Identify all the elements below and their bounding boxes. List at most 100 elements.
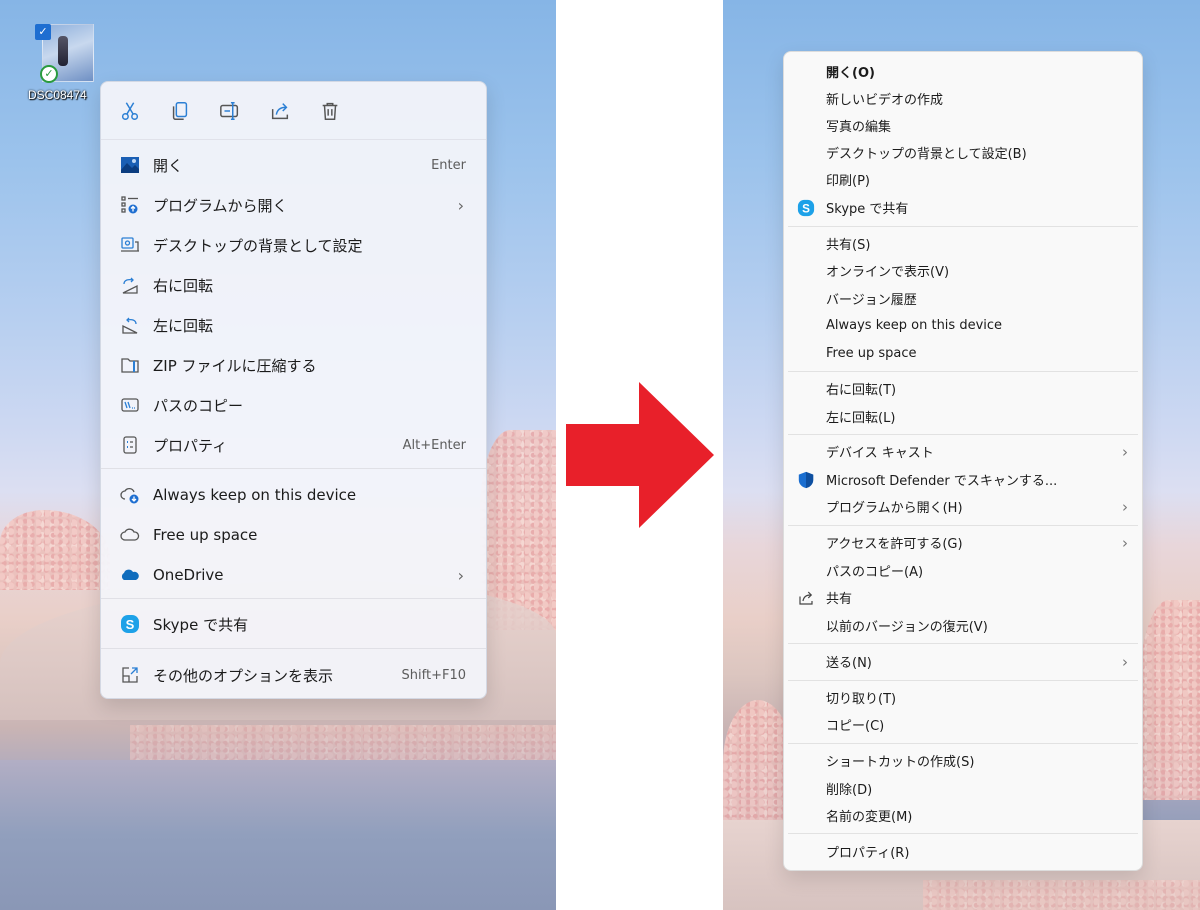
menu-item-free-up-space[interactable]: Free up space <box>101 515 486 555</box>
menu-item-rotate-right[interactable]: 右に回転(T) <box>784 375 1142 402</box>
menu-separator <box>101 468 486 469</box>
menu-item-label: アクセスを許可する(G) <box>826 537 963 552</box>
copy-icon <box>172 102 188 120</box>
menu-separator <box>101 648 486 649</box>
defender-shield-icon <box>796 470 816 490</box>
menu-item-set-wallpaper[interactable]: デスクトップの背景として設定 <box>101 225 486 265</box>
menu-item-set-wallpaper[interactable]: デスクトップの背景として設定(B) <box>784 139 1142 166</box>
menu-item-defender-scan[interactable]: Microsoft Defender でスキャンする... <box>784 466 1142 493</box>
menu-separator <box>788 680 1138 681</box>
menu-item-new-video[interactable]: 新しいビデオの作成 <box>784 85 1142 112</box>
menu-item-edit-photo[interactable]: 写真の編集 <box>784 112 1142 139</box>
menu-item-rotate-right[interactable]: 右に回転 <box>101 265 486 305</box>
arrow-shape <box>566 382 714 528</box>
menu-item-cut[interactable]: 切り取り(T) <box>784 684 1142 711</box>
photo-icon <box>119 154 141 176</box>
thumbnail-tower <box>58 36 68 66</box>
menu-item-label: プログラムから開く <box>153 196 288 215</box>
menu-item-share-2[interactable]: 共有 <box>784 584 1142 611</box>
menu-item-open-with[interactable]: プログラムから開く › <box>101 185 486 225</box>
shortcut-label: Shift+F10 <box>401 667 466 683</box>
menu-item-label: 切り取り(T) <box>826 692 897 707</box>
menu-item-always-keep[interactable]: Always keep on this device <box>784 312 1142 339</box>
menu-item-rename[interactable]: 名前の変更(M) <box>784 802 1142 829</box>
menu-item-label: パスのコピー(A) <box>826 565 924 580</box>
menu-item-label: 開く <box>153 156 184 175</box>
menu-item-open[interactable]: 開く Enter <box>101 145 486 185</box>
menu-item-label: Skype で共有 <box>826 202 909 217</box>
menu-item-open-with[interactable]: プログラムから開く(H) › <box>784 493 1142 520</box>
trash-icon <box>322 102 338 120</box>
rotate-right-icon <box>119 274 141 296</box>
copy-path-icon <box>119 394 141 416</box>
menu-item-label: Always keep on this device <box>826 318 1003 333</box>
menu-item-create-shortcut[interactable]: ショートカットの作成(S) <box>784 747 1142 774</box>
menu-item-copy-path[interactable]: パスのコピー <box>101 385 486 425</box>
chevron-right-icon: › <box>1122 533 1128 552</box>
menu-item-show-more-options[interactable]: その他のオプションを表示 Shift+F10 <box>101 655 486 695</box>
context-menu-classic: 開く(O) 新しいビデオの作成 写真の編集 デスクトップの背景として設定(B) … <box>783 51 1143 871</box>
menu-item-label: 印刷(P) <box>826 174 870 189</box>
menu-item-label: 左に回転(L) <box>826 411 896 426</box>
menu-separator <box>788 226 1138 227</box>
more-options-icon <box>119 664 141 686</box>
wallpaper-icon <box>119 234 141 256</box>
menu-item-restore-previous-versions[interactable]: 以前のバージョンの復元(V) <box>784 612 1142 639</box>
menu-item-skype-share[interactable]: S Skype で共有 <box>101 604 486 644</box>
menu-item-view-online[interactable]: オンラインで表示(V) <box>784 257 1142 284</box>
menu-item-label: 以前のバージョンの復元(V) <box>826 620 988 635</box>
menu-item-rotate-left[interactable]: 左に回転(L) <box>784 403 1142 430</box>
menu-item-print[interactable]: 印刷(P) <box>784 166 1142 193</box>
menu-item-cast-to-device[interactable]: デバイス キャスト › <box>784 438 1142 465</box>
menu-item-skype-share[interactable]: S Skype で共有 <box>784 194 1142 221</box>
menu-item-onedrive[interactable]: OneDrive › <box>101 555 486 595</box>
skype-icon: S <box>119 613 141 635</box>
menu-separator <box>788 434 1138 435</box>
menu-item-label: 新しいビデオの作成 <box>826 93 944 108</box>
desktop-left-wallpaper: ✓ ✓ DSC08474 開く Enter プログラムから開く › デスクトップ… <box>0 0 556 910</box>
menu-item-label: Free up space <box>153 526 258 544</box>
menu-item-label: 写真の編集 <box>826 120 892 135</box>
menu-item-give-access[interactable]: アクセスを許可する(G) › <box>784 529 1142 556</box>
menu-item-copy[interactable]: コピー(C) <box>784 711 1142 738</box>
share-button[interactable] <box>265 96 295 126</box>
menu-item-open[interactable]: 開く(O) <box>784 58 1142 85</box>
menu-separator <box>788 643 1138 644</box>
copy-button[interactable] <box>165 96 195 126</box>
menu-item-send-to[interactable]: 送る(N) › <box>784 648 1142 675</box>
menu-item-label: 共有 <box>826 592 853 607</box>
scissors-icon <box>121 102 139 120</box>
menu-item-label: Free up space <box>826 346 917 361</box>
svg-text:S: S <box>126 617 135 632</box>
menu-item-properties[interactable]: プロパティ Alt+Enter <box>101 425 486 465</box>
menu-item-share[interactable]: 共有(S) <box>784 230 1142 257</box>
chevron-right-icon: › <box>457 565 464 585</box>
menu-item-label: その他のオプションを表示 <box>153 666 334 685</box>
menu-item-copy-path[interactable]: パスのコピー(A) <box>784 557 1142 584</box>
menu-item-label: プロパティ(R) <box>826 846 910 861</box>
selection-checkbox-icon[interactable]: ✓ <box>35 24 51 40</box>
menu-item-label: プロパティ <box>153 436 228 455</box>
context-menu-modern: 開く Enter プログラムから開く › デスクトップの背景として設定 右に回転 <box>100 81 487 699</box>
menu-item-always-keep[interactable]: Always keep on this device <box>101 475 486 515</box>
menu-item-free-up-space[interactable]: Free up space <box>784 340 1142 367</box>
menu-item-label: デスクトップの背景として設定 <box>153 236 363 255</box>
menu-item-version-history[interactable]: バージョン履歴 <box>784 285 1142 312</box>
menu-item-rotate-left[interactable]: 左に回転 <box>101 305 486 345</box>
delete-button[interactable] <box>315 96 345 126</box>
properties-icon <box>119 434 141 456</box>
menu-item-delete[interactable]: 削除(D) <box>784 775 1142 802</box>
chevron-right-icon: › <box>1122 497 1128 516</box>
menu-item-properties[interactable]: プロパティ(R) <box>784 838 1142 865</box>
cloud-outline-icon <box>119 524 141 546</box>
cut-button[interactable] <box>115 96 145 126</box>
zip-folder-icon <box>119 354 141 376</box>
menu-separator <box>788 525 1138 526</box>
menu-item-compress-zip[interactable]: ZIP ファイルに圧縮する <box>101 345 486 385</box>
rename-button[interactable] <box>215 96 245 126</box>
rename-icon <box>220 102 239 120</box>
cloud-download-icon <box>119 484 141 506</box>
open-with-icon <box>119 194 141 216</box>
menu-item-label: 右に回転(T) <box>826 383 897 398</box>
chevron-right-icon: › <box>1122 652 1128 671</box>
